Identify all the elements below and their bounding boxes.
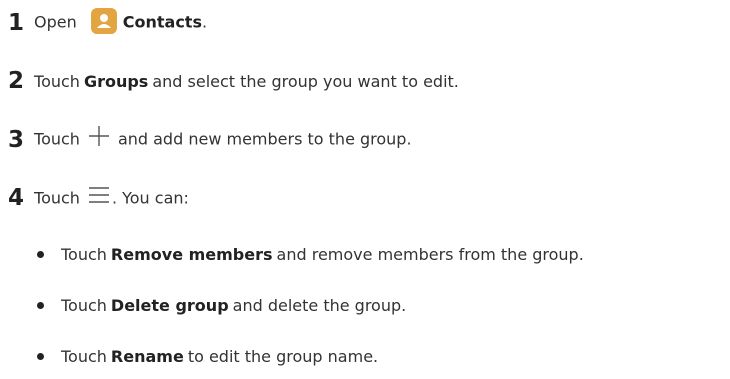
- step-suffix: and select the group you want to edit.: [152, 72, 459, 91]
- step-prefix: Touch: [34, 129, 80, 149]
- rename-label: Rename: [110, 347, 184, 366]
- option-prefix: Touch: [61, 347, 107, 366]
- step-suffix: . You can:: [111, 188, 189, 207]
- contacts-icon: [90, 8, 117, 34]
- bullet-icon: [37, 251, 44, 258]
- option-suffix: and remove members from the group.: [276, 245, 584, 264]
- step-number: 2: [8, 68, 25, 94]
- option-text: Touch Rename to edit the group name.: [61, 347, 378, 366]
- remove-members-label: Remove members: [110, 245, 273, 264]
- step-prefix: Touch: [34, 188, 80, 207]
- step-number: 4: [8, 185, 25, 211]
- option-remove-members: Touch Remove members and remove members fr…: [37, 245, 584, 264]
- contacts-label: Contacts: [122, 12, 202, 32]
- bullet-icon: [37, 302, 44, 309]
- step-suffix: and add new members to the group.: [117, 129, 412, 149]
- groups-label: Groups: [83, 72, 149, 91]
- option-prefix: Touch: [61, 245, 107, 264]
- step-suffix: .: [201, 12, 208, 32]
- step-4: 4 Touch . You can:: [8, 187, 189, 210]
- step-prefix: Touch: [34, 72, 80, 91]
- step-1: 1 Open Contacts.: [8, 8, 208, 36]
- step-number: 3: [8, 126, 25, 153]
- plus-icon: [88, 125, 110, 151]
- step-text: Touch Groups and select the group you want…: [34, 72, 459, 91]
- step-text: Open Contacts.: [34, 8, 208, 36]
- step-prefix: Open: [34, 12, 77, 32]
- step-text: Touch . You can:: [34, 186, 189, 210]
- step-text: Touch and add new members to the group.: [34, 125, 412, 153]
- option-delete-group: Touch Delete group and delete the group.: [37, 296, 406, 315]
- step-number: 1: [8, 9, 25, 36]
- option-text: Touch Remove members and remove members fr…: [61, 245, 584, 264]
- option-suffix: and delete the group.: [232, 296, 407, 315]
- option-suffix: to edit the group name.: [187, 347, 379, 366]
- step-3: 3 Touch and add new members to the group.: [8, 125, 412, 153]
- menu-icon: [88, 186, 110, 208]
- option-text: Touch Delete group and delete the group.: [61, 296, 406, 315]
- option-prefix: Touch: [61, 296, 107, 315]
- step-2: 2 Touch Groups and select the group you wa…: [8, 70, 459, 93]
- option-rename: Touch Rename to edit the group name.: [37, 347, 378, 366]
- bullet-icon: [37, 353, 44, 360]
- delete-group-label: Delete group: [110, 296, 229, 315]
